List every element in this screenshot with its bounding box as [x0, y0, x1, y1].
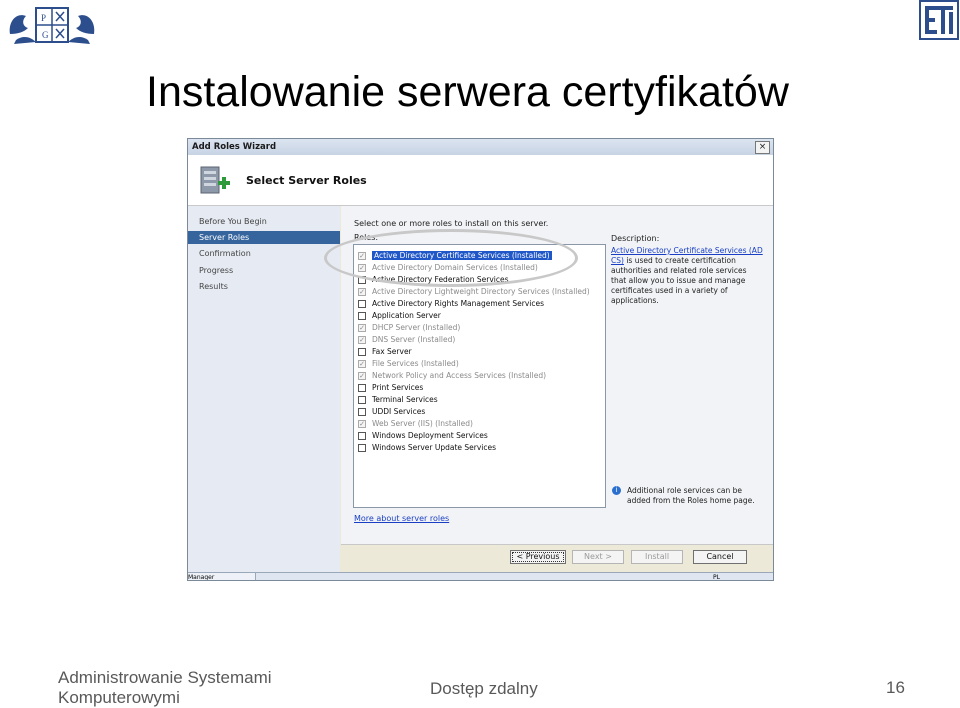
info-icon: i: [612, 486, 621, 495]
role-label: Windows Deployment Services: [372, 431, 488, 440]
role-checkbox[interactable]: ✓: [358, 288, 366, 296]
previous-button[interactable]: < Previous: [510, 550, 566, 564]
pg-logo-letter-p: P: [41, 13, 46, 23]
role-checkbox[interactable]: ✓: [358, 420, 366, 428]
role-item[interactable]: ✓ Active Directory Lightweight Directory …: [358, 286, 598, 298]
role-item[interactable]: Application Server: [358, 310, 598, 322]
description-label: Description:: [611, 234, 660, 243]
wizard-page-heading: Select Server Roles: [246, 174, 367, 187]
role-label: Active Directory Lightweight Directory S…: [372, 287, 590, 296]
footer-course-line2: Komputerowymi: [58, 688, 180, 707]
nav-item-progress[interactable]: Progress: [188, 264, 340, 277]
tray-language[interactable]: PL: [713, 573, 720, 580]
role-item[interactable]: Terminal Services: [358, 394, 598, 406]
role-label: Web Server (IIS) (Installed): [372, 419, 473, 428]
role-label: Application Server: [372, 311, 441, 320]
role-checkbox[interactable]: [358, 444, 366, 452]
add-roles-wizard-window: Add Roles Wizard × Select Server Roles B…: [187, 138, 774, 581]
role-checkbox[interactable]: ✓: [358, 324, 366, 332]
wizard-nav: Before You Begin Server Roles Confirmati…: [188, 206, 340, 580]
footer-course-line1: Administrowanie Systemami: [58, 668, 272, 687]
role-label: File Services (Installed): [372, 359, 459, 368]
role-label: Network Policy and Access Services (Inst…: [372, 371, 547, 380]
taskbar: Manager PL: [188, 572, 773, 580]
role-item[interactable]: ✓ DHCP Server (Installed): [358, 322, 598, 334]
info-text: Additional role services can be added fr…: [627, 486, 755, 505]
role-label: DNS Server (Installed): [372, 335, 456, 344]
description-text: Active Directory Certificate Services (A…: [611, 246, 763, 306]
role-checkbox[interactable]: [358, 312, 366, 320]
role-checkbox[interactable]: [358, 408, 366, 416]
taskbar-item[interactable]: Manager: [188, 573, 256, 580]
nav-item-server-roles[interactable]: Server Roles: [188, 231, 340, 244]
server-add-icon: [200, 166, 230, 194]
slide-title: Instalowanie serwera certyfikatów: [146, 68, 789, 116]
role-item[interactable]: Active Directory Rights Management Servi…: [358, 298, 598, 310]
role-item[interactable]: ✓ DNS Server (Installed): [358, 334, 598, 346]
role-checkbox[interactable]: [358, 396, 366, 404]
footer-topic: Dostęp zdalny: [430, 679, 538, 698]
role-checkbox[interactable]: [358, 432, 366, 440]
role-checkbox[interactable]: ✓: [358, 360, 366, 368]
button-separator: [341, 544, 773, 545]
role-label: Fax Server: [372, 347, 412, 356]
pg-logo-letter-g: G: [42, 30, 49, 40]
window-titlebar: Add Roles Wizard ×: [188, 139, 773, 155]
next-button[interactable]: Next >: [572, 550, 624, 564]
instructions-text: Select one or more roles to install on t…: [354, 219, 549, 228]
role-item[interactable]: ✓ Network Policy and Access Services (Ins…: [358, 370, 598, 382]
role-checkbox[interactable]: [358, 300, 366, 308]
description-body: is used to create certification authorit…: [611, 256, 747, 305]
eti-faculty-logo: [919, 0, 959, 40]
role-item[interactable]: Windows Deployment Services: [358, 430, 598, 442]
role-label: Active Directory Rights Management Servi…: [372, 299, 544, 308]
page-number: 16: [886, 678, 905, 697]
role-checkbox[interactable]: [358, 348, 366, 356]
role-item[interactable]: Fax Server: [358, 346, 598, 358]
role-checkbox[interactable]: ✓: [358, 372, 366, 380]
wizard-header: Select Server Roles: [188, 155, 773, 206]
close-icon[interactable]: ×: [755, 141, 770, 154]
highlight-ellipse: [324, 229, 578, 287]
role-item[interactable]: ✓ File Services (Installed): [358, 358, 598, 370]
nav-item-confirmation[interactable]: Confirmation: [188, 247, 340, 260]
nav-item-before-you-begin[interactable]: Before You Begin: [188, 215, 340, 228]
cancel-button[interactable]: Cancel: [693, 550, 747, 564]
footer-course: Administrowanie Systemami Komputerowymi: [58, 668, 272, 708]
install-button[interactable]: Install: [631, 550, 683, 564]
window-title: Add Roles Wizard: [192, 142, 277, 152]
role-checkbox[interactable]: ✓: [358, 336, 366, 344]
role-item[interactable]: UDDI Services: [358, 406, 598, 418]
role-label: Terminal Services: [372, 395, 438, 404]
role-label: UDDI Services: [372, 407, 426, 416]
role-checkbox[interactable]: [358, 384, 366, 392]
role-label: DHCP Server (Installed): [372, 323, 461, 332]
more-about-roles-link[interactable]: More about server roles: [354, 514, 449, 523]
nav-item-results[interactable]: Results: [188, 280, 340, 293]
role-item[interactable]: Print Services: [358, 382, 598, 394]
role-item[interactable]: ✓ Web Server (IIS) (Installed): [358, 418, 598, 430]
role-item[interactable]: Windows Server Update Services: [358, 442, 598, 454]
pg-university-logo: P G: [9, 7, 95, 44]
role-label: Windows Server Update Services: [372, 443, 497, 452]
role-label: Print Services: [372, 383, 424, 392]
